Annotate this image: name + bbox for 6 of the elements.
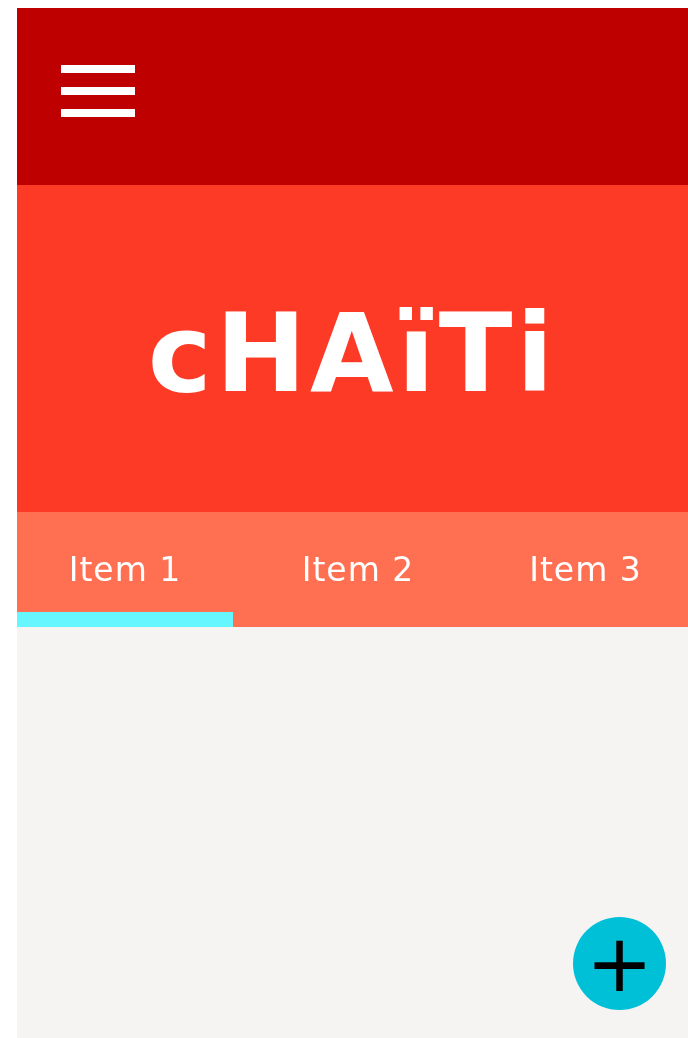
logo-text: cHAïTi	[147, 291, 558, 416]
menu-button[interactable]	[61, 65, 135, 117]
add-button[interactable]: +	[573, 917, 666, 1010]
tab[interactable]: Item 2	[233, 512, 483, 627]
tab[interactable]: Item 3	[483, 512, 688, 627]
menu-icon	[61, 65, 135, 117]
